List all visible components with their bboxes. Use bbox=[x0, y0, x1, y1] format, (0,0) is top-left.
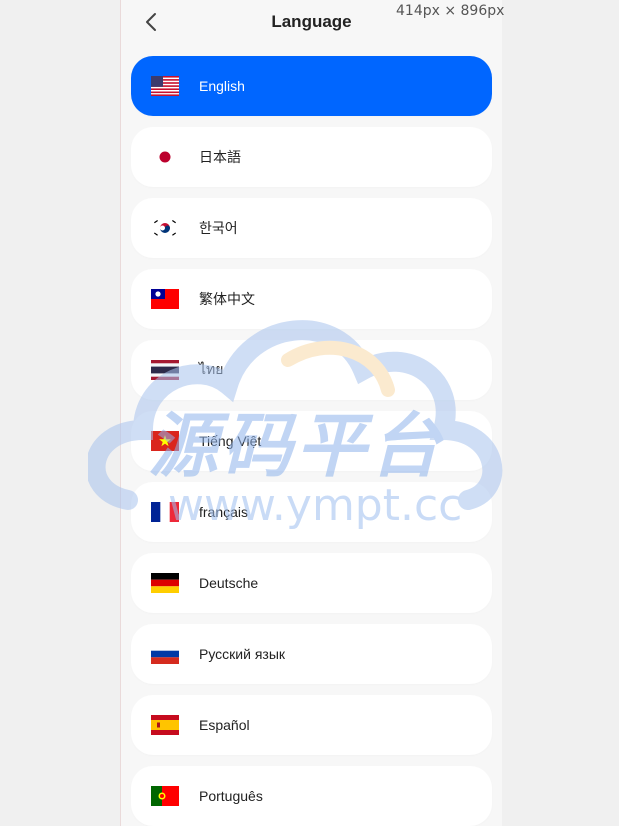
language-label: Deutsche bbox=[199, 575, 259, 591]
language-item-spanish[interactable]: Español bbox=[131, 695, 492, 755]
russia-flag-icon bbox=[151, 644, 179, 664]
us-flag-icon bbox=[151, 76, 179, 96]
language-screen: Language English 日本語 한국어 繁体中文 ไทย Tiếng … bbox=[120, 0, 502, 826]
korea-flag-icon bbox=[151, 218, 179, 238]
viewport-size-label: 414px × 896px bbox=[396, 3, 505, 19]
vietnam-flag-icon bbox=[151, 431, 179, 451]
language-label: français bbox=[199, 504, 249, 520]
language-item-korean[interactable]: 한국어 bbox=[131, 198, 492, 258]
language-item-traditional-chinese[interactable]: 繁体中文 bbox=[131, 269, 492, 329]
taiwan-flag-icon bbox=[151, 289, 179, 309]
thailand-flag-icon bbox=[151, 360, 179, 380]
language-item-vietnamese[interactable]: Tiếng Việt bbox=[131, 411, 492, 471]
language-label: ไทย bbox=[199, 361, 224, 377]
language-label: Русский язык bbox=[199, 646, 286, 662]
language-label: Español bbox=[199, 717, 250, 733]
language-label: English bbox=[199, 78, 245, 94]
language-label: 繁体中文 bbox=[199, 291, 255, 307]
germany-flag-icon bbox=[151, 573, 179, 593]
portugal-flag-icon bbox=[151, 786, 179, 806]
language-item-russian[interactable]: Русский язык bbox=[131, 624, 492, 684]
language-item-german[interactable]: Deutsche bbox=[131, 553, 492, 613]
language-item-french[interactable]: français bbox=[131, 482, 492, 542]
language-list: English 日本語 한국어 繁体中文 ไทย Tiếng Việt fran… bbox=[131, 56, 492, 826]
language-label: 한국어 bbox=[199, 220, 238, 236]
language-label: 日本語 bbox=[199, 149, 241, 165]
language-label: Português bbox=[199, 788, 263, 804]
language-item-thai[interactable]: ไทย bbox=[131, 340, 492, 400]
language-item-japanese[interactable]: 日本語 bbox=[131, 127, 492, 187]
france-flag-icon bbox=[151, 502, 179, 522]
spain-flag-icon bbox=[151, 715, 179, 735]
language-item-english[interactable]: English bbox=[131, 56, 492, 116]
japan-flag-icon bbox=[151, 147, 179, 167]
language-item-portuguese[interactable]: Português bbox=[131, 766, 492, 826]
language-label: Tiếng Việt bbox=[199, 433, 262, 449]
